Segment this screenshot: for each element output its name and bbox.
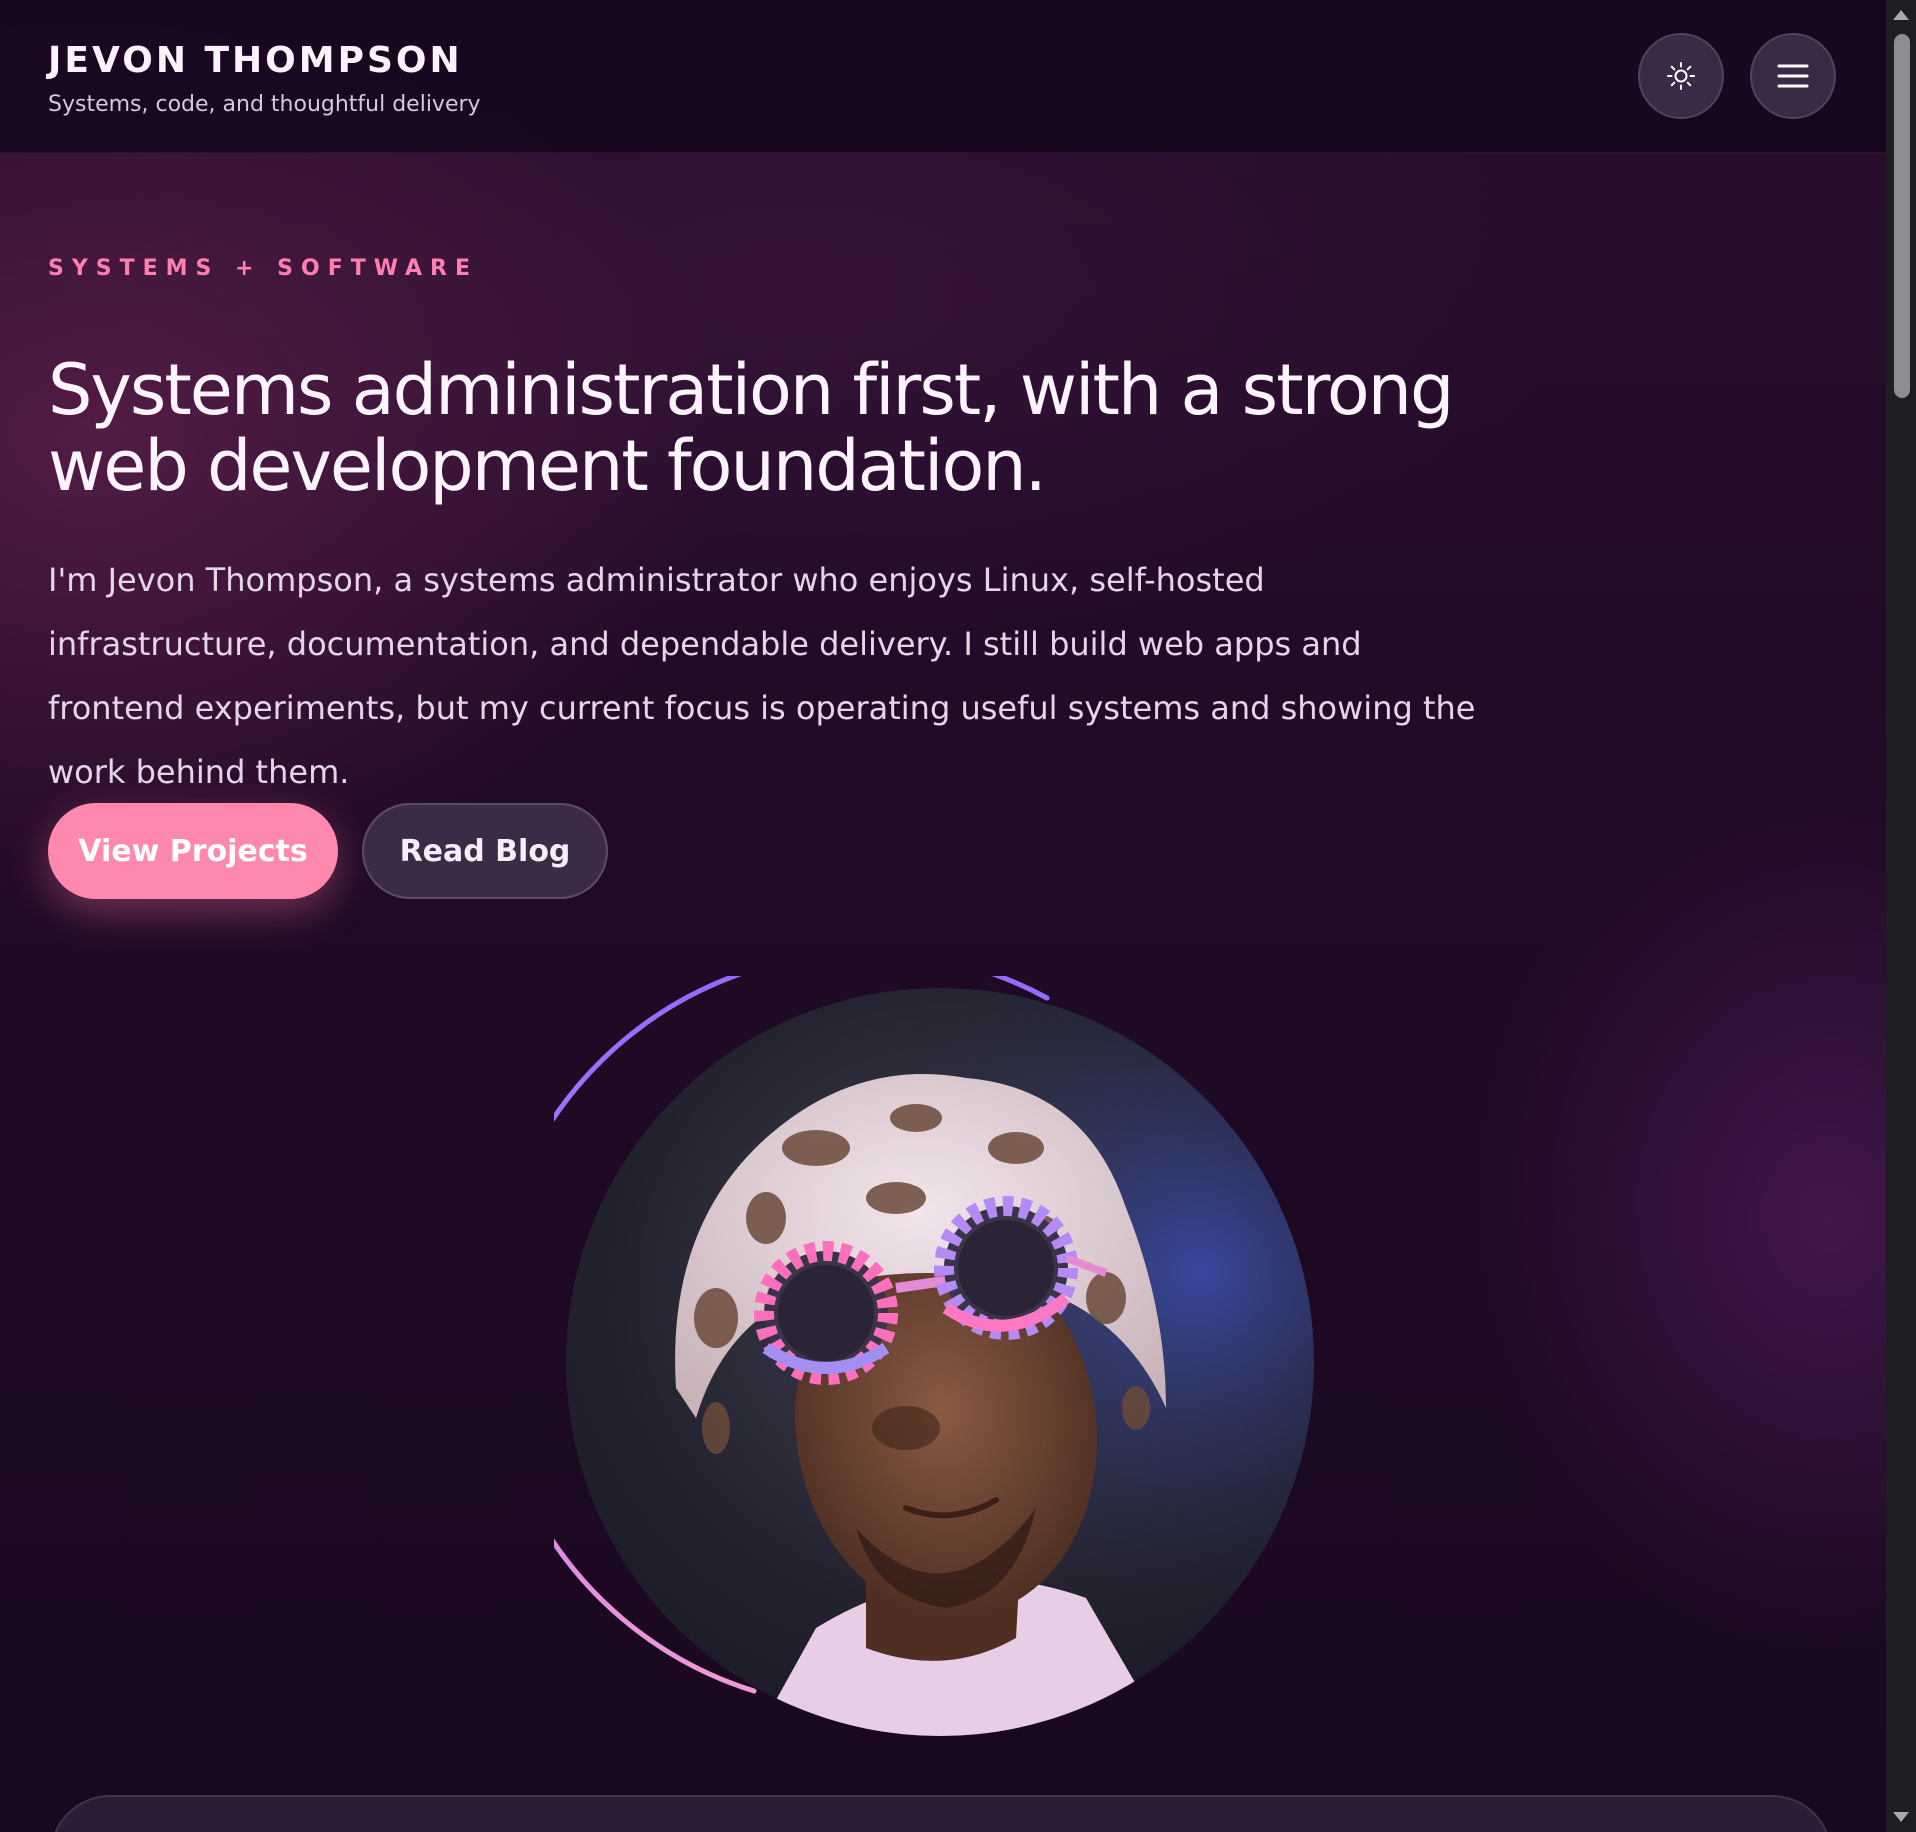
profile-photo [566, 988, 1314, 1736]
avatar [554, 976, 1326, 1748]
next-section-card [50, 1795, 1832, 1832]
brand-tagline: Systems, code, and thoughtful delivery [48, 92, 481, 117]
hamburger-menu-icon [1777, 64, 1809, 88]
scroll-down-arrow-icon[interactable] [1893, 1812, 1909, 1822]
sun-icon [1667, 62, 1695, 90]
scroll-thumb[interactable] [1894, 34, 1910, 398]
hero-title: Systems administration first, with a str… [48, 349, 1454, 507]
scroll-up-arrow-icon[interactable] [1893, 10, 1909, 20]
hero-intro: I'm Jevon Thompson, a systems administra… [48, 561, 1476, 791]
view-projects-button[interactable]: View Projects [48, 803, 338, 899]
theme-toggle-button[interactable] [1638, 33, 1724, 119]
hero-eyebrow: SYSTEMS + SOFTWARE [48, 256, 478, 281]
menu-button[interactable] [1750, 33, 1836, 119]
page-viewport: JEVON THOMPSON Systems, code, and though… [0, 0, 1886, 1832]
brand-name[interactable]: JEVON THOMPSON [48, 40, 463, 81]
vertical-scrollbar[interactable] [1886, 0, 1916, 1832]
site-header: JEVON THOMPSON Systems, code, and though… [0, 0, 1886, 153]
read-blog-button[interactable]: Read Blog [362, 803, 608, 899]
